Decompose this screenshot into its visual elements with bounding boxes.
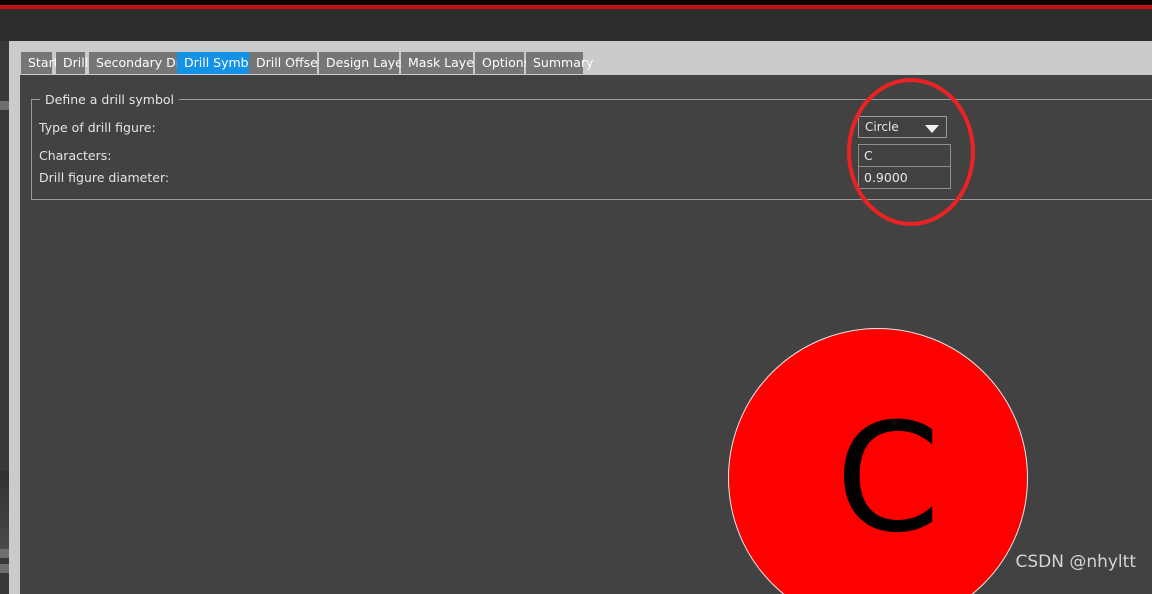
tab-start[interactable]: Start [21, 52, 59, 74]
tab-content-drill-symbol: Define a drill symbol Type of drill figu… [20, 75, 1152, 594]
tab-drill-symbol[interactable]: Drill Symbol [177, 52, 260, 74]
rail-tick-middle [0, 549, 9, 558]
drill-figure-diameter-input-value: 0.9000 [864, 170, 908, 185]
tab-secondary-drill[interactable]: Secondary Drill [89, 52, 191, 74]
tab-drill[interactable]: Drill [56, 52, 88, 74]
rail-gradient [0, 471, 9, 551]
tab-drill-offset[interactable]: Drill Offset [249, 52, 323, 74]
tab-options[interactable]: Options [475, 52, 530, 74]
tab-summary[interactable]: Summary [526, 52, 593, 74]
left-rail [0, 41, 9, 594]
drill-figure-diameter-input[interactable]: 0.9000 [858, 166, 951, 189]
label-type-of-drill-figure: Type of drill figure: [39, 120, 156, 135]
characters-input[interactable]: C [858, 144, 951, 167]
toolbar-area [0, 9, 1152, 41]
drill-symbol-preview: C [728, 328, 1028, 594]
drill-symbol-preview-character: C [835, 392, 941, 566]
watermark-text: CSDN @nhyltt [1015, 552, 1136, 572]
tab-design-layers[interactable]: Design Layers [319, 52, 415, 74]
drill-figure-type-value: Circle [865, 120, 899, 134]
drill-figure-type-dropdown[interactable]: Circle [858, 116, 947, 138]
rail-tick-bottom [0, 564, 9, 573]
chevron-down-icon[interactable] [925, 125, 939, 133]
rail-tick-top [0, 101, 9, 110]
characters-input-value: C [864, 148, 873, 163]
label-drill-figure-diameter: Drill figure diameter: [39, 170, 170, 185]
define-drill-symbol-group [31, 99, 1152, 200]
tab-mask-layers[interactable]: Mask Layers [401, 52, 486, 74]
group-title: Define a drill symbol [40, 92, 180, 107]
label-characters: Characters: [39, 148, 112, 163]
